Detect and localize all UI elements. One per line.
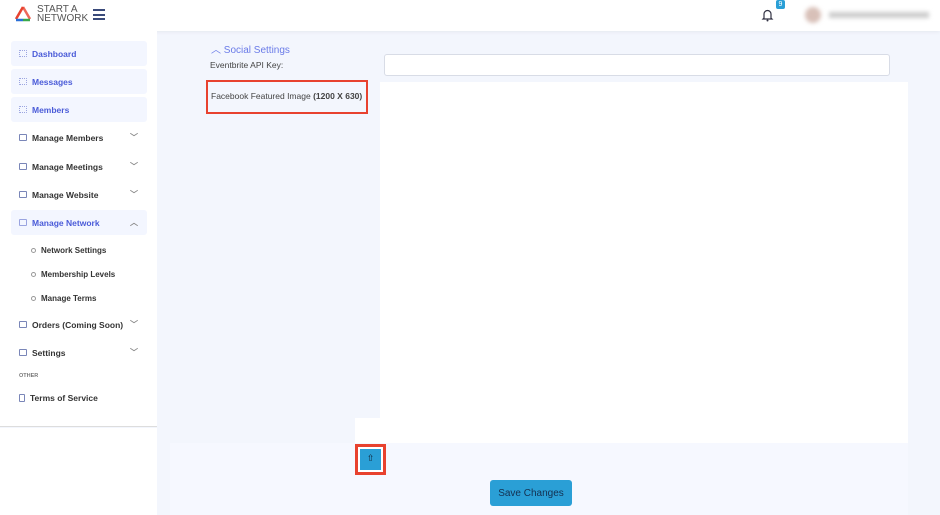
- image-preview-area-edge: [355, 418, 385, 443]
- sidebar-item-messages[interactable]: Messages: [11, 69, 147, 94]
- section-title: Social Settings: [223, 45, 290, 56]
- user-menu[interactable]: [805, 6, 935, 24]
- document-icon: [19, 393, 25, 402]
- sidebar: Dashboard Messages Members Manage Member…: [0, 31, 157, 427]
- sidebar-subitem-manage-terms[interactable]: Manage Terms: [31, 294, 96, 303]
- sidebar-subitem-membership-levels[interactable]: Membership Levels: [31, 270, 115, 279]
- list-icon: [19, 219, 27, 226]
- list-icon: [19, 349, 27, 356]
- facebook-image-size: (1200 X 630): [313, 91, 363, 101]
- list-icon: [19, 134, 27, 141]
- eventbrite-label: Eventbrite API Key:: [210, 60, 284, 70]
- logo-line2: NETWORK: [37, 13, 89, 24]
- sidebar-item-manage-website[interactable]: Manage Website ﹀: [11, 182, 147, 207]
- sidebar-item-label: Terms of Service: [30, 392, 98, 403]
- sidebar-item-settings[interactable]: Settings ﹀: [11, 340, 147, 365]
- grid-icon: [19, 78, 27, 85]
- sidebar-item-manage-members[interactable]: Manage Members ﹀: [11, 125, 147, 150]
- social-settings-toggle[interactable]: ︿ Social Settings: [211, 41, 290, 56]
- chevron-up-icon: ︿: [211, 45, 224, 56]
- sidebar-item-label: Dashboard: [32, 48, 77, 59]
- avatar: [805, 7, 821, 23]
- upload-button[interactable]: ⇧: [355, 444, 386, 475]
- sidebar-item-label: Orders (Coming Soon): [32, 319, 124, 330]
- list-icon: [19, 321, 27, 328]
- chevron-down-icon: ﹀: [130, 133, 138, 142]
- sidebar-item-label: Manage Meetings: [32, 161, 103, 172]
- sidebar-item-label: Messages: [32, 76, 73, 87]
- menu-toggle-icon[interactable]: [93, 9, 105, 20]
- user-name-blurred: [829, 12, 929, 18]
- sidebar-item-manage-network[interactable]: Manage Network ︿: [11, 210, 147, 235]
- sidebar-item-label: Settings: [32, 347, 66, 358]
- chevron-down-icon: ﹀: [130, 348, 138, 357]
- list-icon: [19, 191, 27, 198]
- grid-icon: [19, 50, 27, 57]
- chevron-down-icon: ﹀: [130, 320, 138, 329]
- image-preview-area: [380, 82, 908, 443]
- sidebar-footer: [0, 428, 157, 515]
- sidebar-item-members[interactable]: Members: [11, 97, 147, 122]
- notification-badge: 9: [776, 0, 785, 9]
- list-icon: [19, 163, 27, 170]
- sidebar-item-label: Manage Network: [32, 217, 100, 228]
- chevron-down-icon: ﹀: [130, 190, 138, 199]
- sidebar-item-orders[interactable]: Orders (Coming Soon) ﹀: [11, 312, 147, 337]
- sidebar-item-terms-of-service[interactable]: Terms of Service: [11, 385, 147, 410]
- sidebar-subitem-network-settings[interactable]: Network Settings: [31, 246, 106, 255]
- chevron-up-icon: ︿: [130, 218, 138, 227]
- other-heading: OTHER: [19, 373, 39, 379]
- facebook-image-label-text: Facebook Featured Image: [211, 91, 311, 101]
- bell-icon[interactable]: [761, 8, 774, 22]
- save-changes-button[interactable]: Save Changes: [490, 480, 572, 506]
- chevron-down-icon: ﹀: [130, 162, 138, 171]
- upload-icon: ⇧: [360, 449, 381, 470]
- sidebar-item-dashboard[interactable]: Dashboard: [11, 41, 147, 66]
- logo-icon: [14, 6, 32, 22]
- grid-icon: [19, 106, 27, 113]
- top-bar: START A NETWORK 9: [0, 0, 940, 31]
- sidebar-item-label: Manage Website: [32, 189, 99, 200]
- logo[interactable]: START A NETWORK: [13, 5, 89, 24]
- sidebar-item-label: Members: [32, 104, 70, 115]
- sidebar-item-manage-meetings[interactable]: Manage Meetings ﹀: [11, 154, 147, 179]
- eventbrite-api-key-input[interactable]: [384, 54, 890, 76]
- sidebar-item-label: Manage Members: [32, 132, 104, 143]
- facebook-image-label: Facebook Featured Image (1200 X 630): [206, 80, 368, 114]
